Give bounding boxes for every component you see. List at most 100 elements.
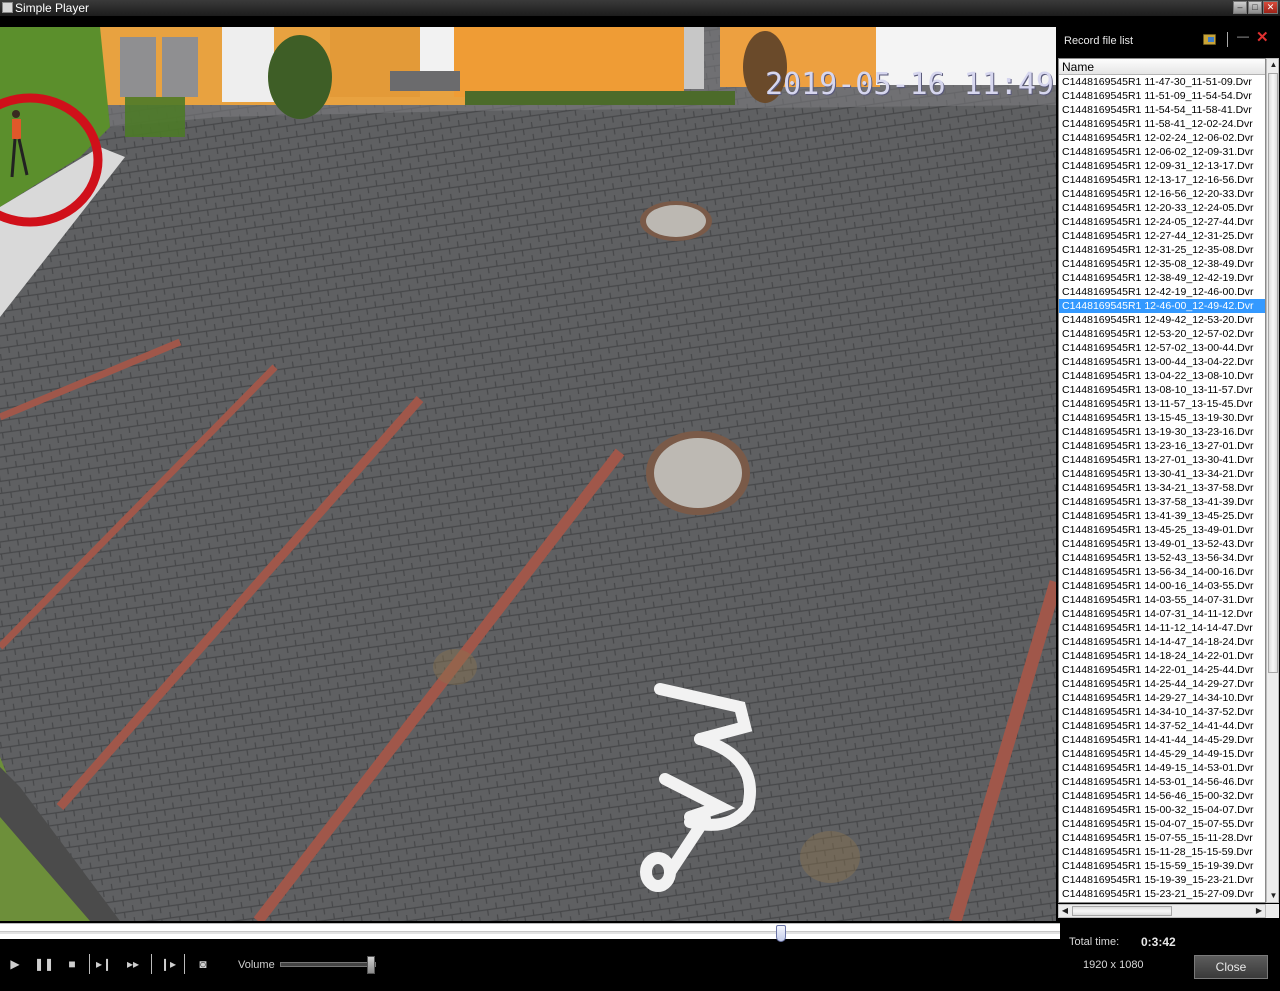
skip-to-end-icon[interactable]: ❙▸ (157, 955, 179, 973)
file-list-item[interactable]: C1448169545R1 13-04-22_13-08-10.Dvr (1059, 369, 1265, 383)
seek-track[interactable] (0, 931, 1060, 934)
file-list-item[interactable]: C1448169545R1 12-57-02_13-00-44.Dvr (1059, 341, 1265, 355)
file-list-item[interactable]: C1448169545R1 12-13-17_12-16-56.Dvr (1059, 173, 1265, 187)
file-list-item[interactable]: C1448169545R1 13-34-21_13-37-58.Dvr (1059, 481, 1265, 495)
file-list-item[interactable]: C1448169545R1 12-35-08_12-38-49.Dvr (1059, 257, 1265, 271)
file-list-item[interactable]: C1448169545R1 15-23-21_15-27-09.Dvr (1059, 887, 1265, 901)
panel-header: Record file list — ✕ (1056, 27, 1280, 57)
close-window-icon[interactable]: ✕ (1263, 1, 1278, 14)
file-list-item[interactable]: C1448169545R1 14-18-24_14-22-01.Dvr (1059, 649, 1265, 663)
file-list-item[interactable]: C1448169545R1 12-46-00_12-49-42.Dvr (1059, 299, 1265, 313)
file-list-item[interactable]: C1448169545R1 15-19-39_15-23-21.Dvr (1059, 873, 1265, 887)
panel-title: Record file list (1064, 35, 1134, 47)
file-list[interactable]: Name C1448169545R1 11-47-30_11-51-09.Dvr… (1058, 58, 1266, 903)
minimize-panel-icon[interactable]: — (1237, 29, 1249, 43)
file-list-item[interactable]: C1448169545R1 12-49-42_12-53-20.Dvr (1059, 313, 1265, 327)
pause-icon[interactable]: ❚❚ (33, 955, 55, 973)
resolution-readout: 1920 x 1080 (1083, 959, 1144, 971)
scroll-thumb[interactable] (1268, 73, 1278, 673)
volume-thumb[interactable] (367, 956, 376, 974)
column-header-name[interactable]: Name (1059, 59, 1265, 75)
camera-icon[interactable]: ◙ (192, 955, 214, 973)
scroll-up-icon[interactable]: ▲ (1268, 59, 1279, 71)
file-list-item[interactable]: C1448169545R1 13-49-01_13-52-43.Dvr (1059, 537, 1265, 551)
file-list-item[interactable]: C1448169545R1 14-41-44_14-45-29.Dvr (1059, 733, 1265, 747)
scroll-right-icon[interactable]: ▶ (1253, 905, 1265, 917)
file-list-item[interactable]: C1448169545R1 11-51-09_11-54-54.Dvr (1059, 89, 1265, 103)
file-list-item[interactable]: C1448169545R1 14-49-15_14-53-01.Dvr (1059, 761, 1265, 775)
close-panel-icon[interactable]: ✕ (1256, 28, 1269, 46)
file-list-item[interactable]: C1448169545R1 12-02-24_12-06-02.Dvr (1059, 131, 1265, 145)
file-list-item[interactable]: C1448169545R1 14-00-16_14-03-55.Dvr (1059, 579, 1265, 593)
file-list-item[interactable]: C1448169545R1 13-27-01_13-30-41.Dvr (1059, 453, 1265, 467)
file-list-item[interactable]: C1448169545R1 12-09-31_12-13-17.Dvr (1059, 159, 1265, 173)
file-list-item[interactable]: C1448169545R1 13-56-34_14-00-16.Dvr (1059, 565, 1265, 579)
file-list-item[interactable]: C1448169545R1 12-27-44_12-31-25.Dvr (1059, 229, 1265, 243)
total-time-value: 0:3:42 (1141, 935, 1176, 949)
file-list-item[interactable]: C1448169545R1 13-30-41_13-34-21.Dvr (1059, 467, 1265, 481)
file-list-item[interactable]: C1448169545R1 12-31-25_12-35-08.Dvr (1059, 243, 1265, 257)
scroll-down-icon[interactable]: ▼ (1268, 890, 1279, 902)
file-list-item[interactable]: C1448169545R1 12-24-05_12-27-44.Dvr (1059, 215, 1265, 229)
file-list-item[interactable]: C1448169545R1 14-03-55_14-07-31.Dvr (1059, 593, 1265, 607)
file-list-item[interactable]: C1448169545R1 15-11-28_15-15-59.Dvr (1059, 845, 1265, 859)
file-list-item[interactable]: C1448169545R1 12-53-20_12-57-02.Dvr (1059, 327, 1265, 341)
file-list-item[interactable]: C1448169545R1 13-45-25_13-49-01.Dvr (1059, 523, 1265, 537)
file-list-item[interactable]: C1448169545R1 14-11-12_14-14-47.Dvr (1059, 621, 1265, 635)
file-list-item[interactable]: C1448169545R1 12-06-02_12-09-31.Dvr (1059, 145, 1265, 159)
file-list-item[interactable]: C1448169545R1 13-08-10_13-11-57.Dvr (1059, 383, 1265, 397)
frame-step-icon[interactable]: ▸❙ (93, 955, 115, 973)
file-list-item[interactable]: C1448169545R1 11-58-41_12-02-24.Dvr (1059, 117, 1265, 131)
file-list-item[interactable]: C1448169545R1 15-07-55_15-11-28.Dvr (1059, 831, 1265, 845)
file-list-item[interactable]: C1448169545R1 12-38-49_12-42-19.Dvr (1059, 271, 1265, 285)
open-folder-icon[interactable] (1203, 34, 1216, 45)
video-frame (0, 27, 1056, 921)
seek-thumb[interactable] (776, 925, 787, 942)
file-list-item[interactable]: C1448169545R1 14-25-44_14-29-27.Dvr (1059, 677, 1265, 691)
horizontal-scrollbar[interactable]: ◀ ▶ (1058, 904, 1266, 918)
file-list-item[interactable]: C1448169545R1 12-16-56_12-20-33.Dvr (1059, 187, 1265, 201)
volume-slider[interactable] (280, 962, 376, 967)
seek-bar[interactable] (0, 923, 1060, 942)
stop-icon[interactable]: ■ (61, 955, 83, 973)
file-list-item[interactable]: C1448169545R1 14-56-46_15-00-32.Dvr (1059, 789, 1265, 803)
file-list-item[interactable]: C1448169545R1 13-19-30_13-23-16.Dvr (1059, 425, 1265, 439)
file-list-item[interactable]: C1448169545R1 13-11-57_13-15-45.Dvr (1059, 397, 1265, 411)
scroll-left-icon[interactable]: ◀ (1059, 905, 1071, 917)
file-list-item[interactable]: C1448169545R1 15-04-07_15-07-55.Dvr (1059, 817, 1265, 831)
file-list-item[interactable]: C1448169545R1 13-52-43_13-56-34.Dvr (1059, 551, 1265, 565)
file-list-item[interactable]: C1448169545R1 11-47-30_11-51-09.Dvr (1059, 75, 1265, 89)
close-button[interactable]: Close (1194, 955, 1268, 979)
file-list-item[interactable]: C1448169545R1 13-37-58_13-41-39.Dvr (1059, 495, 1265, 509)
file-list-item[interactable]: C1448169545R1 14-07-31_14-11-12.Dvr (1059, 607, 1265, 621)
file-list-item[interactable]: C1448169545R1 15-00-32_15-04-07.Dvr (1059, 803, 1265, 817)
divider (184, 954, 185, 974)
file-list-item[interactable]: C1448169545R1 13-15-45_13-19-30.Dvr (1059, 411, 1265, 425)
file-list-item[interactable]: C1448169545R1 14-29-27_14-34-10.Dvr (1059, 691, 1265, 705)
record-file-panel: Record file list — ✕ Name C1448169545R1 … (1056, 27, 1280, 921)
file-list-item[interactable]: C1448169545R1 14-34-10_14-37-52.Dvr (1059, 705, 1265, 719)
file-list-item[interactable]: C1448169545R1 14-37-52_14-41-44.Dvr (1059, 719, 1265, 733)
file-list-item[interactable]: C1448169545R1 14-14-47_14-18-24.Dvr (1059, 635, 1265, 649)
file-list-item[interactable]: C1448169545R1 11-54-54_11-58-41.Dvr (1059, 103, 1265, 117)
play-icon[interactable]: ▶ (4, 955, 26, 973)
file-list-item[interactable]: C1448169545R1 12-42-19_12-46-00.Dvr (1059, 285, 1265, 299)
minimize-icon[interactable]: – (1233, 1, 1247, 14)
file-list-item[interactable]: C1448169545R1 14-22-01_14-25-44.Dvr (1059, 663, 1265, 677)
file-list-item[interactable]: C1448169545R1 14-53-01_14-56-46.Dvr (1059, 775, 1265, 789)
file-list-item[interactable]: C1448169545R1 14-45-29_14-49-15.Dvr (1059, 747, 1265, 761)
file-list-item[interactable]: C1448169545R1 13-23-16_13-27-01.Dvr (1059, 439, 1265, 453)
file-list-item[interactable]: C1448169545R1 12-20-33_12-24-05.Dvr (1059, 201, 1265, 215)
divider (151, 954, 152, 974)
hscroll-thumb[interactable] (1072, 906, 1172, 916)
video-viewport[interactable]: 2019-05-16 11:49:39 (0, 27, 1056, 921)
file-list-item[interactable]: C1448169545R1 15-15-59_15-19-39.Dvr (1059, 859, 1265, 873)
fast-forward-icon[interactable]: ▸▸ (122, 955, 144, 973)
window-controls: – □ ✕ (1233, 1, 1278, 14)
app-icon (2, 2, 13, 13)
maximize-icon[interactable]: □ (1248, 1, 1262, 14)
file-list-item[interactable]: C1448169545R1 13-41-39_13-45-25.Dvr (1059, 509, 1265, 523)
vertical-scrollbar[interactable]: ▲ ▼ (1266, 58, 1279, 903)
divider (1227, 32, 1228, 47)
file-list-item[interactable]: C1448169545R1 13-00-44_13-04-22.Dvr (1059, 355, 1265, 369)
